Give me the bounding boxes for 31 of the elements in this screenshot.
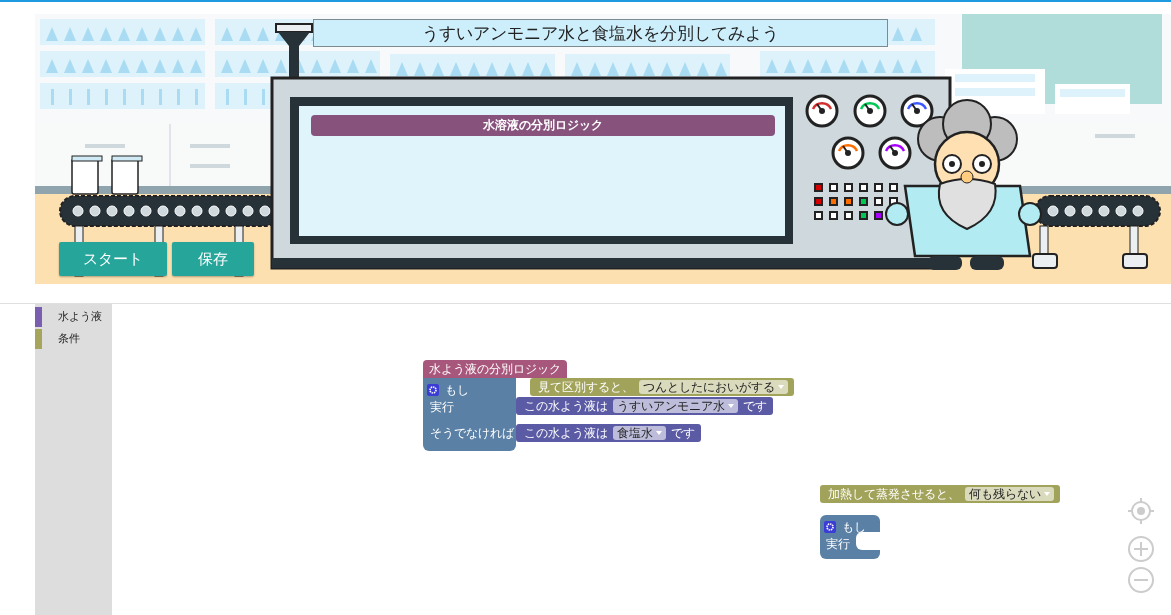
block-label: です <box>743 398 767 415</box>
block-label: この水よう液は <box>524 398 608 415</box>
block-dropdown[interactable]: 食塩水 <box>613 426 666 440</box>
result-block[interactable]: この水よう液は 食塩水 です <box>516 424 701 442</box>
if-block[interactable]: もし 実行 <box>820 515 880 559</box>
block-label: 見て区別すると、 <box>538 379 634 396</box>
block-dropdown[interactable]: うすいアンモニア水 <box>613 399 738 413</box>
block-label: です <box>671 425 695 442</box>
recenter-icon[interactable] <box>1127 497 1155 525</box>
block-label: 加熱して蒸発させると、 <box>828 486 960 503</box>
category-label[interactable]: 条件 <box>58 330 80 348</box>
condition-block[interactable]: 加熱して蒸発させると、 何も残らない <box>820 485 1060 503</box>
block-label: そうでなければ <box>430 425 514 442</box>
block-label: もし <box>842 519 866 536</box>
procedure-block-header[interactable]: 水よう液の分別ロジック <box>423 360 567 378</box>
block-label: この水よう液は <box>524 425 608 442</box>
block-label: 実行 <box>430 399 454 416</box>
condition-block[interactable]: 見て区別すると、 つんとしたにおいがする <box>530 378 794 396</box>
zoom-in-icon[interactable] <box>1127 535 1155 563</box>
if-else-block[interactable]: もし 実行 そうでなければ <box>423 378 516 451</box>
screen-header: 水溶液の分別ロジック <box>311 115 775 136</box>
block-label: 実行 <box>826 536 850 553</box>
block-dropdown[interactable]: つんとしたにおいがする <box>639 380 788 394</box>
block-label: もし <box>445 382 469 399</box>
gear-icon[interactable] <box>427 384 439 396</box>
gear-icon[interactable] <box>824 521 836 533</box>
zoom-out-icon[interactable] <box>1127 566 1155 594</box>
block-dropdown[interactable]: 何も残らない <box>965 487 1054 501</box>
category-label[interactable]: 水よう液 <box>58 308 102 326</box>
result-block[interactable]: この水よう液は うすいアンモニア水 です <box>516 397 773 415</box>
title-bar: うすいアンモニア水と食塩水を分別してみよう <box>313 19 888 47</box>
